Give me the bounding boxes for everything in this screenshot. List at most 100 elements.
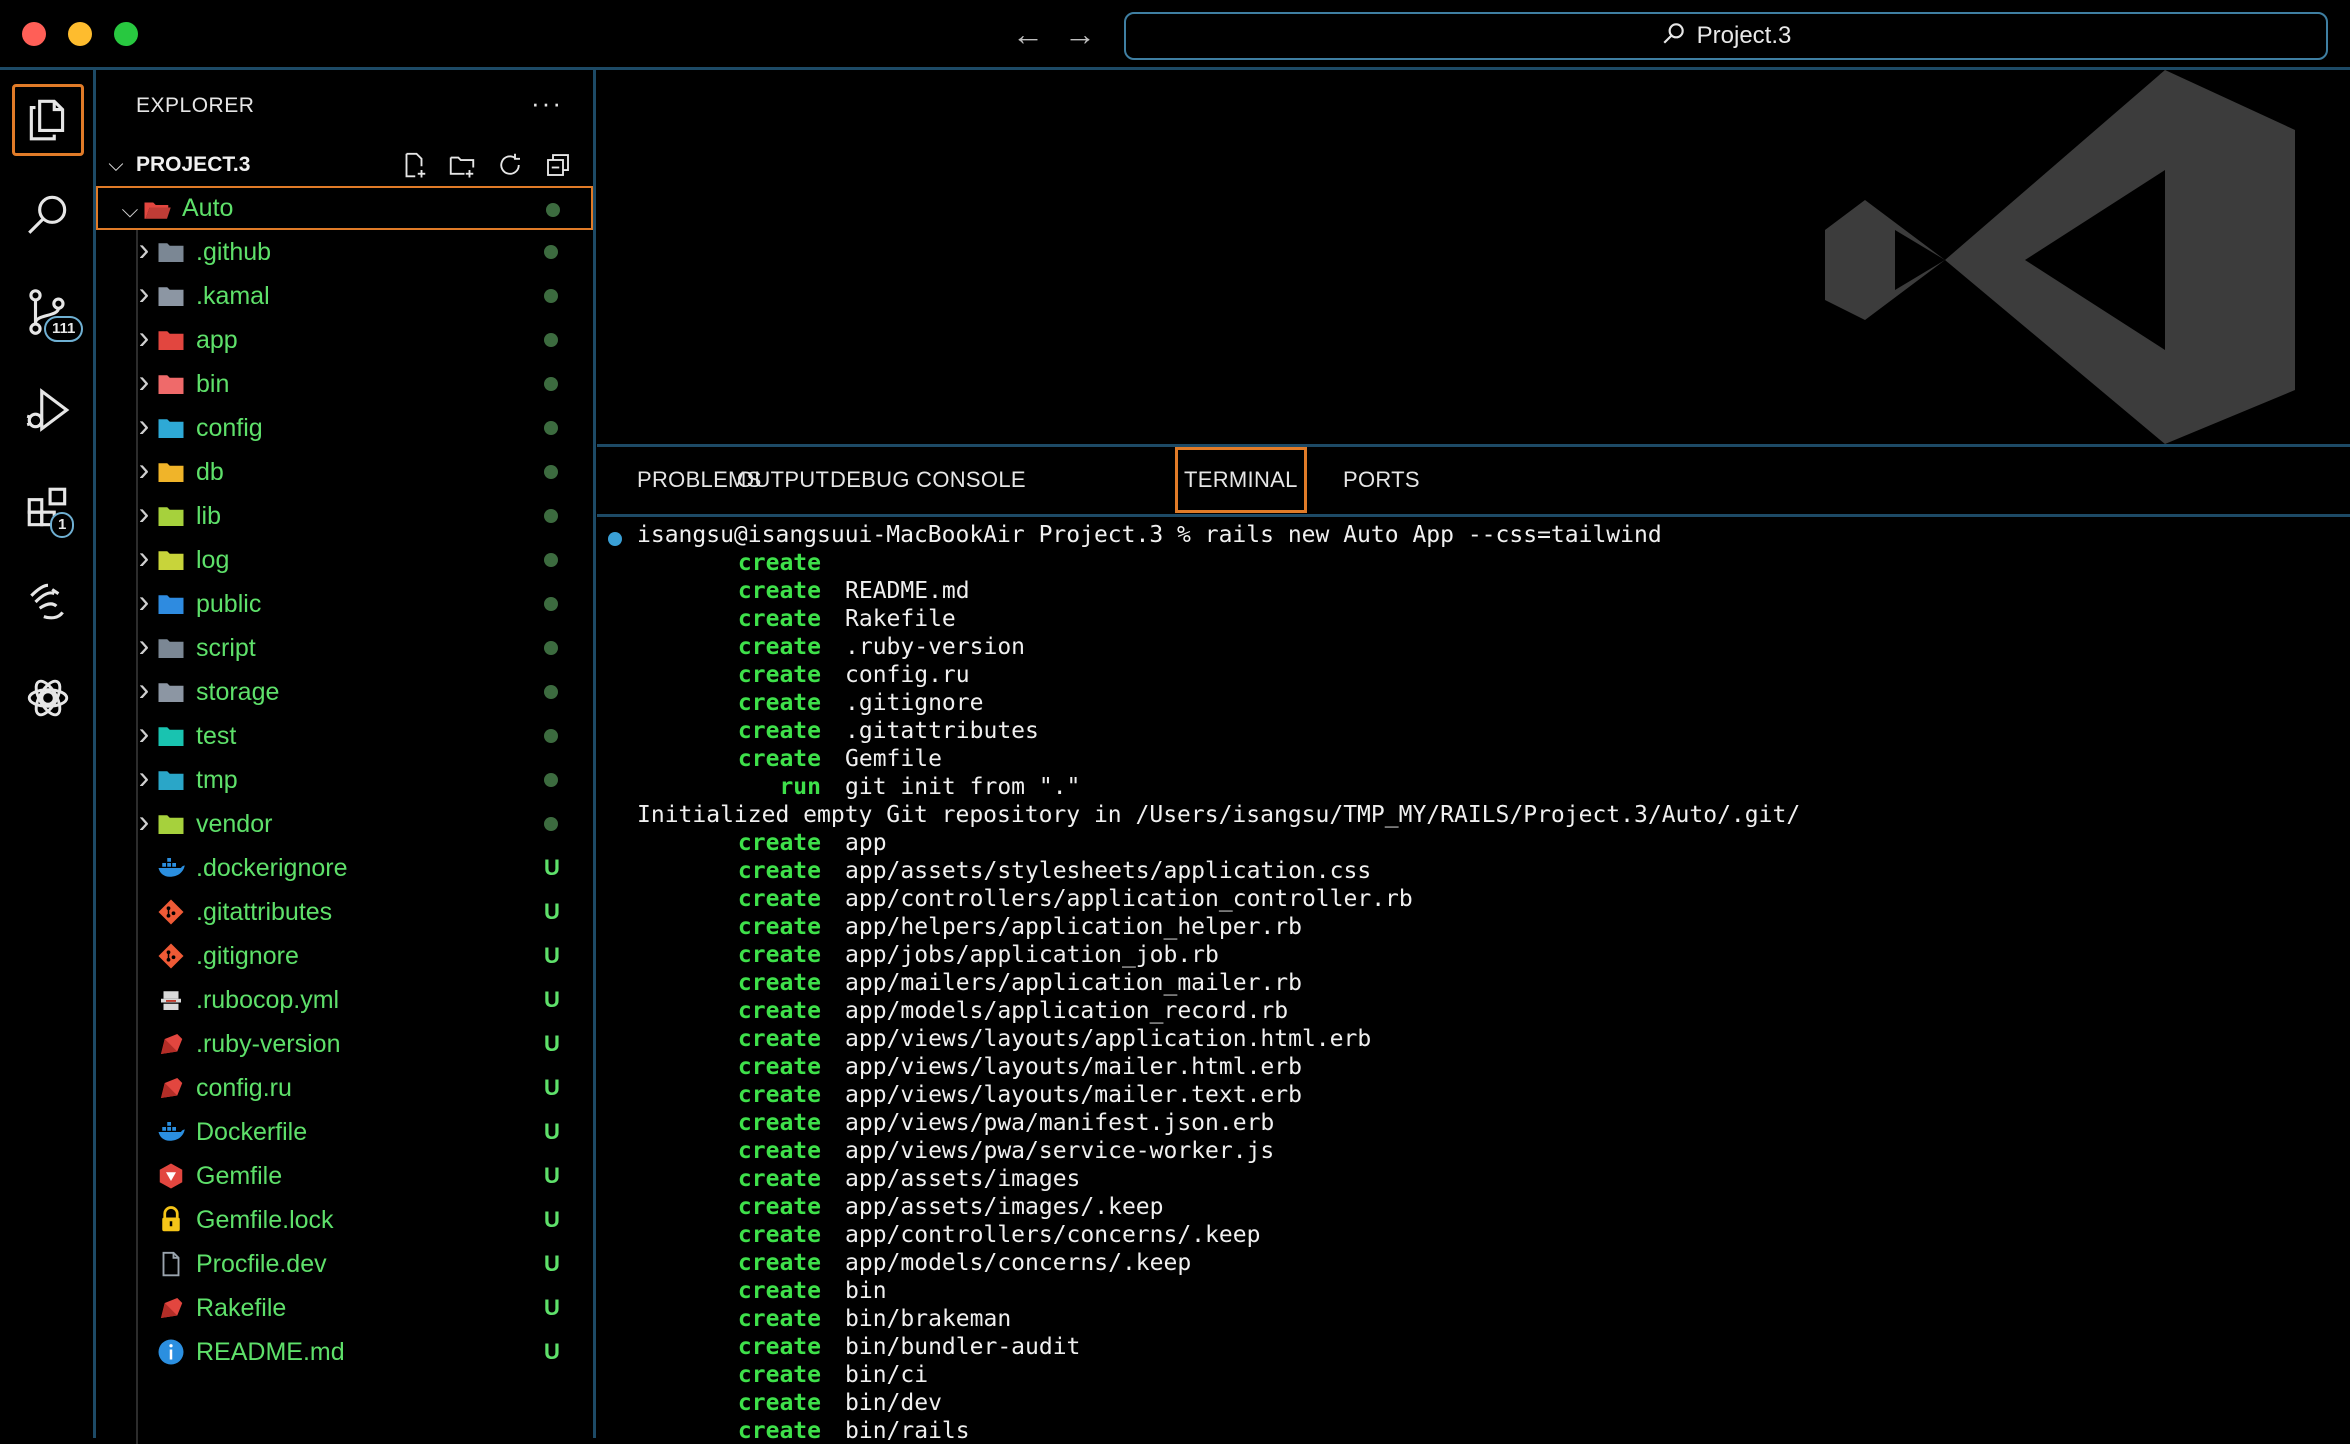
chevron-right-icon[interactable]: › bbox=[132, 583, 156, 619]
command-center-search[interactable]: Project.3 bbox=[1124, 12, 2328, 60]
tree-item-app[interactable]: › app bbox=[96, 318, 593, 362]
git-status-dot bbox=[544, 729, 558, 743]
terminal-keyword: run bbox=[779, 774, 821, 800]
extensions-icon[interactable]: 1 bbox=[12, 472, 84, 544]
tree-item-db[interactable]: › db bbox=[96, 450, 593, 494]
tree-item-label: config bbox=[196, 413, 263, 442]
tree-item-dockerfile[interactable]: Dockerfile U bbox=[96, 1110, 593, 1154]
terminal-output[interactable]: isangsu@isangsuui-MacBookAir Project.3 %… bbox=[597, 521, 2350, 1441]
chevron-right-icon[interactable]: › bbox=[132, 407, 156, 443]
chevron-right-icon[interactable]: › bbox=[132, 539, 156, 575]
chevron-down-icon[interactable]: ⌵ bbox=[118, 197, 142, 222]
tree-item-dot-kamal[interactable]: › .kamal bbox=[96, 274, 593, 318]
git-status-untracked: U bbox=[544, 855, 560, 880]
tree-item-tmp[interactable]: › tmp bbox=[96, 758, 593, 802]
run-debug-icon[interactable] bbox=[12, 374, 84, 446]
tree-item-log[interactable]: › log bbox=[96, 538, 593, 582]
chevron-right-icon[interactable]: › bbox=[132, 759, 156, 795]
tree-item-lib[interactable]: › lib bbox=[96, 494, 593, 538]
terminal-line: create Rakefile bbox=[637, 605, 956, 633]
git-status-untracked: U bbox=[544, 943, 560, 968]
doc-file-icon bbox=[156, 1249, 186, 1279]
project-header[interactable]: ⌵ PROJECT.3 bbox=[96, 146, 593, 184]
terminal-line: create app/mailers/application_mailer.rb bbox=[637, 969, 1302, 997]
terminal-keyword: create bbox=[737, 662, 821, 688]
tab-terminal[interactable]: TERMINAL bbox=[1175, 447, 1307, 513]
chevron-right-icon[interactable]: › bbox=[132, 275, 156, 311]
folder-icon bbox=[156, 457, 186, 487]
tree-item-test[interactable]: › test bbox=[96, 714, 593, 758]
chevron-right-icon[interactable]: › bbox=[132, 715, 156, 751]
terminal-line: create app/controllers/application_contro… bbox=[637, 885, 1413, 913]
tree-item-label: .gitignore bbox=[196, 941, 299, 970]
tree-item-gemfile[interactable]: Gemfile U bbox=[96, 1154, 593, 1198]
tab-debug-console[interactable]: DEBUG CONSOLE bbox=[824, 447, 1032, 513]
tree-item-dot-github[interactable]: › .github bbox=[96, 230, 593, 274]
chevron-right-icon[interactable]: › bbox=[132, 627, 156, 663]
git-status-dot bbox=[544, 773, 558, 787]
back-arrow-icon[interactable]: ← bbox=[1012, 18, 1044, 50]
tree-item-bin[interactable]: › bin bbox=[96, 362, 593, 406]
tree-item-procfile-dev[interactable]: Procfile.dev U bbox=[96, 1242, 593, 1286]
folder-icon bbox=[156, 765, 186, 795]
terminal-keyword: create bbox=[737, 970, 821, 996]
tab-ports[interactable]: PORTS bbox=[1337, 447, 1426, 513]
terminal-keyword: create bbox=[737, 1138, 821, 1164]
terminal-keyword: create bbox=[737, 830, 821, 856]
chatgpt-icon[interactable] bbox=[12, 662, 84, 734]
tree-item-dot-gitattributes[interactable]: .gitattributes U bbox=[96, 890, 593, 934]
tab-output[interactable]: OUTPUT bbox=[731, 447, 835, 513]
chevron-right-icon[interactable]: › bbox=[132, 319, 156, 355]
git-status-dot bbox=[546, 203, 560, 217]
tree-item-readme-md[interactable]: README.md U bbox=[96, 1330, 593, 1374]
new-file-icon[interactable] bbox=[399, 150, 429, 180]
hand-icon[interactable] bbox=[12, 566, 84, 638]
close-window-button[interactable] bbox=[22, 22, 46, 46]
ruby-file-icon bbox=[156, 1029, 186, 1059]
chevron-right-icon[interactable]: › bbox=[132, 363, 156, 399]
terminal-keyword: create bbox=[737, 858, 821, 884]
tree-item-storage[interactable]: › storage bbox=[96, 670, 593, 714]
tree-item-gemfile-lock[interactable]: Gemfile.lock U bbox=[96, 1198, 593, 1242]
tree-item-public[interactable]: › public bbox=[96, 582, 593, 626]
tree-item-dot-ruby-version[interactable]: .ruby-version U bbox=[96, 1022, 593, 1066]
chevron-right-icon[interactable]: › bbox=[132, 231, 156, 267]
tree-item-config[interactable]: › config bbox=[96, 406, 593, 450]
lock-file-icon bbox=[156, 1205, 186, 1235]
tree-item-label: Rakefile bbox=[196, 1293, 287, 1322]
terminal-line: create app/views/pwa/service-worker.js bbox=[637, 1137, 1274, 1165]
git-status-dot bbox=[544, 509, 558, 523]
terminal-text: app/assets/images/.keep bbox=[845, 1194, 1164, 1220]
tree-item-vendor[interactable]: › vendor bbox=[96, 802, 593, 846]
maximize-window-button[interactable] bbox=[114, 22, 138, 46]
new-folder-icon[interactable] bbox=[447, 150, 477, 180]
explorer-icon[interactable] bbox=[12, 84, 84, 156]
tree-item-rakefile[interactable]: Rakefile U bbox=[96, 1286, 593, 1330]
terminal-line: create .ruby-version bbox=[637, 633, 1025, 661]
source-control-icon[interactable]: 111 bbox=[12, 276, 84, 348]
prompt-status-dot bbox=[608, 532, 622, 546]
git-status-dot bbox=[544, 553, 558, 567]
chevron-right-icon[interactable]: › bbox=[132, 495, 156, 531]
chevron-right-icon[interactable]: › bbox=[132, 451, 156, 487]
search-icon[interactable] bbox=[12, 178, 84, 250]
tree-item-label: Gemfile.lock bbox=[196, 1205, 334, 1234]
terminal-text: app/views/layouts/mailer.html.erb bbox=[845, 1054, 1302, 1080]
refresh-icon[interactable] bbox=[495, 150, 525, 180]
minimize-window-button[interactable] bbox=[68, 22, 92, 46]
collapse-all-icon[interactable] bbox=[543, 150, 573, 180]
tree-item-dot-gitignore[interactable]: .gitignore U bbox=[96, 934, 593, 978]
tree-item-dot-dockerignore[interactable]: .dockerignore U bbox=[96, 846, 593, 890]
project-title: PROJECT.3 bbox=[136, 153, 251, 176]
chevron-right-icon[interactable]: › bbox=[132, 671, 156, 707]
forward-arrow-icon[interactable]: → bbox=[1064, 18, 1096, 50]
tree-item-config-ru[interactable]: config.ru U bbox=[96, 1066, 593, 1110]
tree-item-script[interactable]: › script bbox=[96, 626, 593, 670]
tree-item-auto[interactable]: ⌵ Auto bbox=[96, 186, 593, 230]
tree-item-label: test bbox=[196, 721, 237, 750]
chevron-right-icon[interactable]: › bbox=[132, 803, 156, 839]
more-actions-icon[interactable]: ··· bbox=[531, 88, 563, 119]
terminal-line: create app/views/layouts/mailer.text.erb bbox=[637, 1081, 1302, 1109]
tree-item-dot-rubocop-yml[interactable]: .rubocop.yml U bbox=[96, 978, 593, 1022]
terminal-keyword: create bbox=[737, 914, 821, 940]
